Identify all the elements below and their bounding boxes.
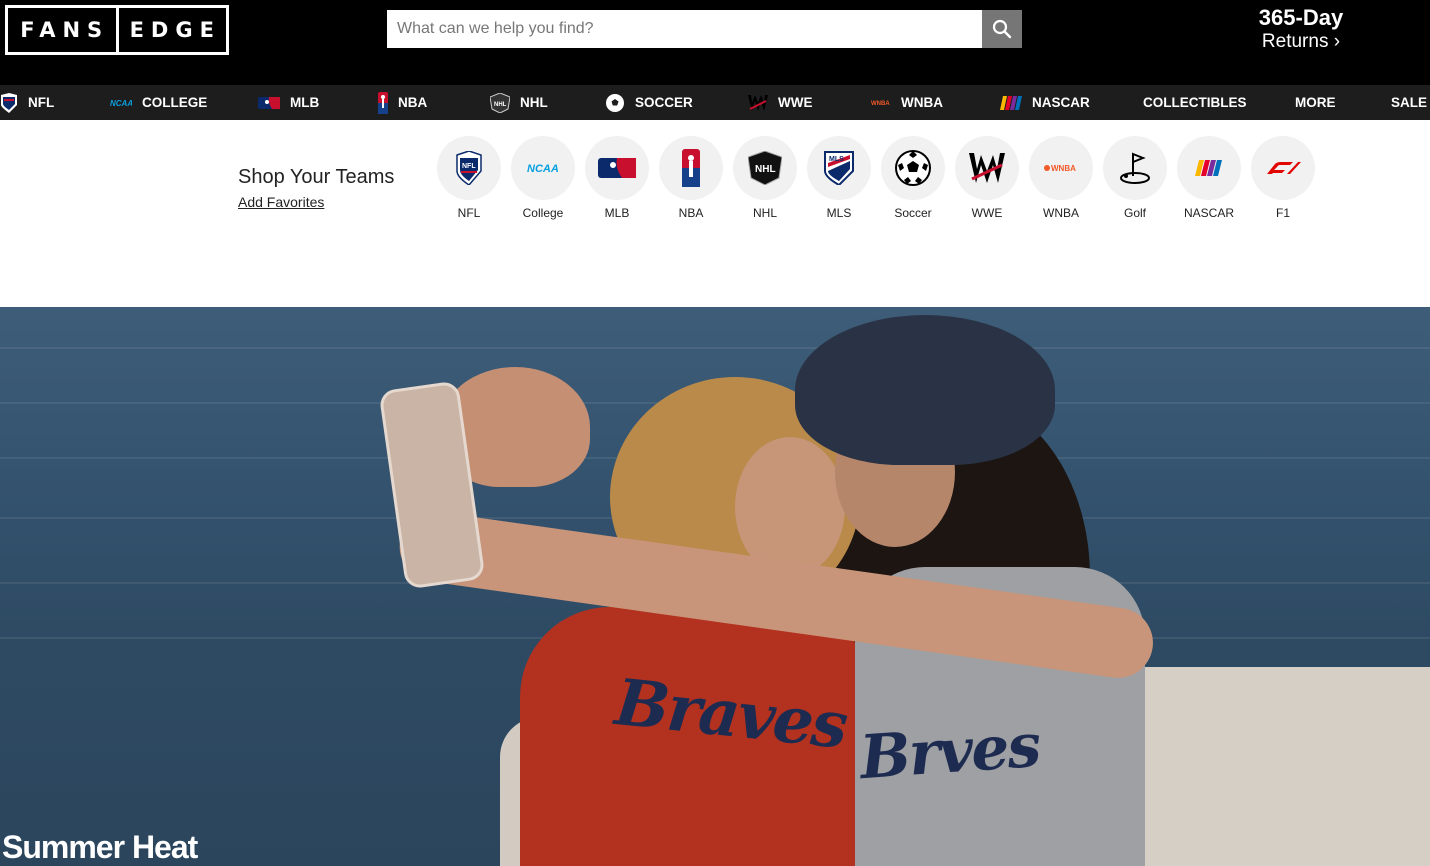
nhl-icon: NHL — [733, 136, 797, 200]
team-wnba[interactable]: WNBA WNBA — [1029, 136, 1093, 220]
logo-edge: EDGE — [115, 8, 227, 52]
nascar-icon — [1000, 95, 1022, 110]
nav-item-wwe[interactable]: WWE — [748, 85, 813, 120]
nav-label: NBA — [398, 95, 428, 110]
svg-text:NFL: NFL — [462, 163, 476, 170]
add-favorites-link[interactable]: Add Favorites — [238, 194, 324, 210]
svg-text:NCAA: NCAA — [527, 163, 559, 175]
nav-item-nfl[interactable]: NFL — [0, 85, 54, 120]
team-wwe[interactable]: WWE — [955, 136, 1019, 220]
nav-item-nascar[interactable]: NASCAR — [1000, 85, 1090, 120]
team-label: MLB — [604, 206, 630, 220]
team-f1[interactable]: F1 — [1251, 136, 1315, 220]
search-icon — [992, 19, 1012, 39]
soccer-ball-icon — [605, 93, 625, 113]
team-label: NASCAR — [1183, 206, 1234, 220]
svg-text:NHL: NHL — [494, 102, 507, 108]
svg-text:WNBA: WNBA — [871, 101, 890, 107]
nba-icon — [659, 136, 723, 200]
wnba-icon: WNBA — [871, 98, 891, 108]
nav-label: NFL — [28, 95, 55, 110]
category-nav: NFL NCAA COLLEGE MLB NBA NHL NHL SOCCER — [0, 85, 1430, 120]
golf-icon — [1103, 136, 1167, 200]
top-header: FANS EDGE 365-Day Returns › — [0, 0, 1430, 85]
nfl-shield-icon: NFL — [437, 136, 501, 200]
nav-label: COLLECTIBLES — [1143, 95, 1247, 110]
search-input[interactable] — [387, 10, 982, 48]
team-label: NHL — [752, 206, 777, 220]
nav-label: NASCAR — [1032, 95, 1090, 110]
team-nfl[interactable]: NFL NFL — [437, 136, 501, 220]
logo-fans: FANS — [20, 18, 110, 42]
team-label: Soccer — [894, 206, 932, 220]
team-label: Golf — [1123, 206, 1146, 220]
team-soccer[interactable]: Soccer — [881, 136, 945, 220]
mls-icon: MLS — [807, 136, 871, 200]
bucket-hat-image — [795, 315, 1055, 465]
nav-item-collectibles[interactable]: COLLECTIBLES — [1143, 85, 1247, 120]
returns-link[interactable]: 365-Day Returns › — [1236, 6, 1366, 54]
team-mlb[interactable]: MLB — [585, 136, 649, 220]
team-label: College — [522, 206, 564, 220]
search-bar — [387, 10, 1022, 48]
nfl-shield-icon — [0, 92, 18, 113]
shop-your-teams-heading: Shop Your Teams — [238, 166, 395, 188]
mlb-icon — [585, 136, 649, 200]
nav-item-soccer[interactable]: SOCCER — [605, 85, 693, 120]
team-label: NBA — [678, 206, 704, 220]
svg-text:WNBA: WNBA — [1051, 164, 1076, 173]
nav-label: COLLEGE — [142, 95, 208, 110]
team-nhl[interactable]: NHL NHL — [733, 136, 797, 220]
nav-item-mlb[interactable]: MLB — [258, 85, 319, 120]
fansedge-logo[interactable]: FANS EDGE — [5, 5, 229, 55]
wwe-icon — [748, 94, 768, 111]
wnba-icon: WNBA — [1029, 136, 1093, 200]
returns-line2: Returns › — [1261, 31, 1341, 52]
nhl-icon: NHL — [490, 92, 510, 113]
nav-label: SALE — [1391, 95, 1428, 110]
f1-icon — [1251, 136, 1315, 200]
team-label: F1 — [1275, 206, 1290, 220]
nav-item-wnba[interactable]: WNBA WNBA — [871, 85, 943, 120]
nav-item-sale[interactable]: SALE — [1391, 85, 1427, 120]
nav-item-college[interactable]: NCAA COLLEGE — [110, 85, 207, 120]
tank-logo-text: Brves — [857, 710, 1042, 794]
svg-text:MLS: MLS — [829, 156, 844, 163]
nav-item-nba[interactable]: NBA — [378, 85, 427, 120]
nav-label: WWE — [778, 95, 813, 110]
returns-line1: 365-Day — [1258, 5, 1344, 30]
svg-text:NHL: NHL — [755, 164, 776, 175]
soccer-ball-icon — [881, 136, 945, 200]
nascar-icon — [1177, 136, 1241, 200]
hero-banner[interactable]: Braves Brves Summer Heat — [0, 307, 1430, 866]
nav-item-more[interactable]: MORE — [1295, 85, 1336, 120]
mlb-icon — [258, 96, 280, 109]
nav-label: NHL — [520, 95, 548, 110]
team-label: WWE — [971, 206, 1003, 220]
ncaa-icon: NCAA — [110, 98, 132, 108]
search-button[interactable] — [982, 10, 1022, 48]
nba-icon — [378, 91, 388, 114]
team-nascar[interactable]: NASCAR — [1177, 136, 1241, 220]
team-nba[interactable]: NBA — [659, 136, 723, 220]
wwe-icon — [955, 136, 1019, 200]
team-label: NFL — [457, 206, 481, 220]
ncaa-icon: NCAA — [511, 136, 575, 200]
nav-item-nhl[interactable]: NHL NHL — [490, 85, 548, 120]
team-college[interactable]: NCAA College — [511, 136, 575, 220]
nav-label: WNBA — [901, 95, 943, 110]
team-label: WNBA — [1043, 206, 1079, 220]
nav-label: MORE — [1295, 95, 1336, 110]
nav-label: SOCCER — [635, 95, 693, 110]
hero-headline: Summer Heat — [2, 829, 198, 865]
nav-label: MLB — [290, 95, 320, 110]
svg-text:NCAA: NCAA — [110, 99, 132, 108]
team-label: MLS — [826, 206, 852, 220]
team-mls[interactable]: MLS MLS — [807, 136, 871, 220]
team-golf[interactable]: Golf — [1103, 136, 1167, 220]
